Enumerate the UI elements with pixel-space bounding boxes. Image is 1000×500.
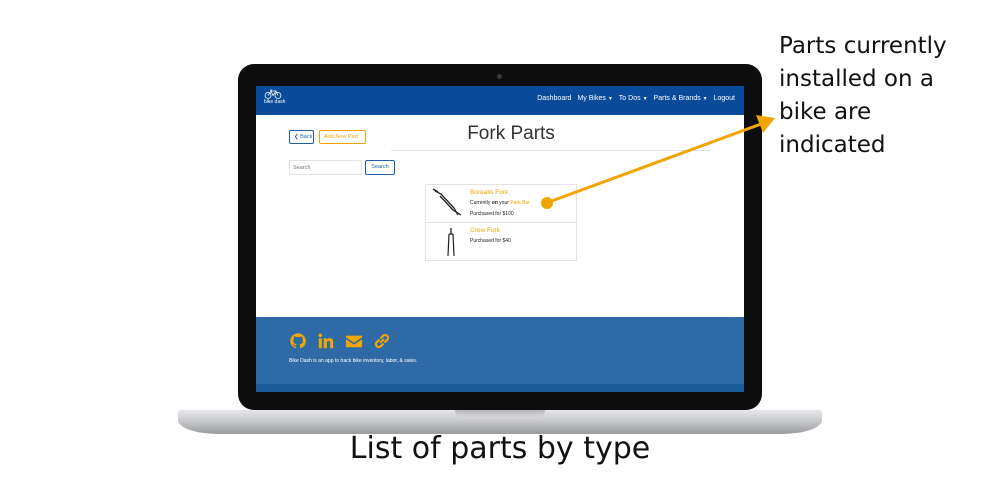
search-button[interactable]: Search <box>365 160 395 175</box>
footer-bottom-bar <box>256 384 744 392</box>
back-button-label: Back <box>300 134 313 140</box>
title-divider <box>391 150 711 151</box>
nav-to-dos[interactable]: To Dos ▼ <box>619 95 648 102</box>
nav-dashboard-label: Dashboard <box>537 95 572 102</box>
annotation-line: installed on a <box>779 66 934 92</box>
footer: Bike Dash is an app to track bike invent… <box>256 317 744 392</box>
nav-parts-brands[interactable]: Parts & Brands ▼ <box>654 95 708 102</box>
part-status: Currently on your Park Bar <box>470 200 530 206</box>
page-title: Fork Parts <box>467 123 555 144</box>
part-purchase-price: Purchased for $100 <box>470 211 514 217</box>
search-input[interactable] <box>289 160 362 175</box>
chevron-left-icon: ❮ <box>294 134 299 140</box>
linkedin-icon[interactable] <box>317 332 335 350</box>
annotation-line: indicated <box>779 132 886 158</box>
add-new-part-label: Add New Part <box>324 134 358 140</box>
nav-dashboard[interactable]: Dashboard <box>537 95 571 102</box>
github-icon[interactable] <box>289 332 307 350</box>
laptop-notch <box>455 410 545 418</box>
app-screen: bike dash Dashboard My Bikes ▼ To Dos ▼ Pa… <box>256 86 744 392</box>
list-item[interactable]: Borealis Fork Currently on your Park Bar… <box>426 185 576 223</box>
part-purchase-price: Purchased for $40 <box>470 238 511 244</box>
nav-to-dos-label: To Dos <box>618 95 641 102</box>
brand-name: bike dash <box>264 99 286 105</box>
part-name[interactable]: Crew Fork <box>470 227 500 234</box>
brand-logo[interactable]: bike dash <box>264 89 286 113</box>
caret-down-icon: ▼ <box>642 96 648 102</box>
nav-links: Dashboard My Bikes ▼ To Dos ▼ Parts & Bran… <box>537 95 735 102</box>
caption: List of parts by type <box>349 431 651 466</box>
fork-icon <box>447 228 455 257</box>
caret-down-icon: ▼ <box>702 96 708 102</box>
social-links <box>289 332 391 350</box>
nav-parts-brands-label: Parts & Brands <box>653 95 701 102</box>
parts-list: Borealis Fork Currently on your Park Bar… <box>425 184 577 261</box>
main-content: ❮ Back Add New Part Fork Parts Search Bo… <box>256 115 744 317</box>
nav-logout[interactable]: Logout <box>714 95 735 102</box>
camera <box>497 74 502 79</box>
annotation-callout: Parts currently installed on a bike are … <box>779 30 989 162</box>
part-name[interactable]: Borealis Fork <box>470 189 508 196</box>
envelope-icon[interactable] <box>345 332 363 350</box>
part-status-prefix: Currently <box>470 200 492 206</box>
nav-logout-label: Logout <box>713 95 735 102</box>
bike-link[interactable]: Park Bar <box>510 200 529 206</box>
link-icon[interactable] <box>373 332 391 350</box>
bicycle-icon <box>264 89 282 99</box>
list-item[interactable]: Crew Fork Purchased for $40 <box>426 223 576 261</box>
part-status-mid: your <box>497 200 511 206</box>
back-button[interactable]: ❮ Back <box>289 130 314 144</box>
footer-description: Bike Dash is an app to track bike invent… <box>289 358 418 364</box>
caret-down-icon: ▼ <box>607 96 613 102</box>
add-new-part-button[interactable]: Add New Part <box>319 130 366 144</box>
fork-icon <box>432 188 462 216</box>
annotation-line: Parts currently <box>779 33 947 59</box>
navbar: bike dash Dashboard My Bikes ▼ To Dos ▼ Pa… <box>256 86 744 115</box>
nav-my-bikes-label: My Bikes <box>577 95 606 102</box>
nav-my-bikes[interactable]: My Bikes ▼ <box>577 95 612 102</box>
annotation-line: bike are <box>779 99 872 125</box>
